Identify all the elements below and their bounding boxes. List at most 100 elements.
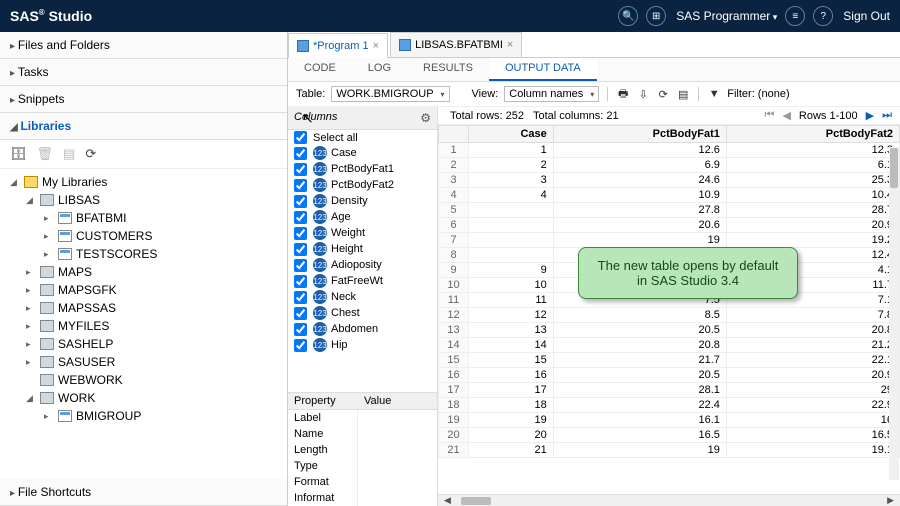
table-row[interactable]: 995.14.1 xyxy=(439,263,900,278)
column-row[interactable]: 123Chest xyxy=(288,305,437,321)
export-icon[interactable]: ⇩ xyxy=(636,87,650,101)
new-library-icon[interactable]: 🗄 xyxy=(10,146,27,162)
table-row[interactable]: 191916.116 xyxy=(439,413,900,428)
delete-icon[interactable]: 🗑 xyxy=(37,146,54,162)
table-row[interactable]: 131320.520.8 xyxy=(439,323,900,338)
column-checkbox[interactable] xyxy=(294,307,307,320)
tab-code[interactable]: CODE xyxy=(288,58,352,81)
select-all-row[interactable]: Select all xyxy=(288,130,437,145)
tab-program1[interactable]: *Program 1 × xyxy=(288,33,388,58)
column-row[interactable]: 123Height xyxy=(288,241,437,257)
page-first-icon[interactable]: ⏮ xyxy=(765,109,775,122)
select-all-checkbox[interactable] xyxy=(294,131,307,144)
tab-output-data[interactable]: OUTPUT DATA xyxy=(489,58,597,81)
panel-snippets[interactable]: Snippets xyxy=(0,86,287,113)
column-checkbox[interactable] xyxy=(294,211,307,224)
table-row[interactable]: 12128.57.8 xyxy=(439,308,900,323)
table-row[interactable]: 226.96.1 xyxy=(439,158,900,173)
table-row[interactable]: 21211919.1 xyxy=(439,443,900,458)
scroll-left-icon[interactable]: ◀ xyxy=(444,495,451,506)
lib-work[interactable]: ◢WORK xyxy=(0,389,287,407)
search-icon[interactable]: 🔍 xyxy=(618,6,638,26)
column-row[interactable]: 123PctBodyFat2 xyxy=(288,177,437,193)
column-header[interactable]: Case xyxy=(469,126,554,143)
panel-libraries[interactable]: Libraries xyxy=(0,113,287,140)
lib-sasuser[interactable]: ▸SASUSER xyxy=(0,353,287,371)
page-prev-icon[interactable]: ◀ xyxy=(782,109,790,122)
column-row[interactable]: 123Abdomen xyxy=(288,321,437,337)
filter-icon[interactable]: ▼ xyxy=(707,87,721,101)
panel-files[interactable]: Files and Folders xyxy=(0,32,287,59)
column-row[interactable]: 123Hip xyxy=(288,337,437,353)
lib-mapssas[interactable]: ▸MAPSSAS xyxy=(0,299,287,317)
horizontal-scrollbar[interactable]: ◀ ▶ xyxy=(438,494,900,506)
table-row[interactable]: 171728.129 xyxy=(439,383,900,398)
table-row[interactable]: 1112.612.3 xyxy=(439,143,900,158)
column-checkbox[interactable] xyxy=(294,323,307,336)
apps-icon[interactable]: ⊞ xyxy=(646,6,666,26)
close-icon[interactable]: × xyxy=(373,40,379,52)
column-checkbox[interactable] xyxy=(294,291,307,304)
column-row[interactable]: 123Neck xyxy=(288,289,437,305)
refresh-icon[interactable]: ⟳ xyxy=(85,146,96,162)
table-row[interactable]: 11117.57.1 xyxy=(439,293,900,308)
table-row[interactable]: 812.812.4 xyxy=(439,248,900,263)
column-checkbox[interactable] xyxy=(294,339,307,352)
column-checkbox[interactable] xyxy=(294,227,307,240)
table-row[interactable]: 3324.625.3 xyxy=(439,173,900,188)
table-row[interactable]: 71919.2 xyxy=(439,233,900,248)
table-row[interactable]: 141420.821.2 xyxy=(439,338,900,353)
vertical-scrollbar[interactable] xyxy=(889,147,899,480)
column-row[interactable]: 123Weight xyxy=(288,225,437,241)
tbl-bfatbmi[interactable]: ▸BFATBMI xyxy=(0,209,287,227)
close-icon[interactable]: × xyxy=(507,39,513,51)
column-checkbox[interactable] xyxy=(294,179,307,192)
table-row[interactable]: 10101211.7 xyxy=(439,278,900,293)
data-grid[interactable]: CasePctBodyFat1PctBodyFat2 1112.612.3226… xyxy=(438,125,900,494)
lib-sashelp[interactable]: ▸SASHELP xyxy=(0,335,287,353)
table-selector[interactable]: WORK.BMIGROUP xyxy=(331,86,449,102)
lib-webwork[interactable]: WEBWORK xyxy=(0,371,287,389)
filter-label[interactable]: Filter: (none) xyxy=(727,88,789,100)
tab-results[interactable]: RESULTS xyxy=(407,58,489,81)
table-row[interactable]: 202016.516.5 xyxy=(439,428,900,443)
tab-log[interactable]: LOG xyxy=(352,58,407,81)
lib-myfiles[interactable]: ▸MYFILES xyxy=(0,317,287,335)
table-row[interactable]: 161620.520.9 xyxy=(439,368,900,383)
tbl-bmigroup[interactable]: ▸BMIGROUP xyxy=(0,407,287,425)
print-icon[interactable]: 🖶 xyxy=(616,87,630,101)
column-checkbox[interactable] xyxy=(294,147,307,160)
page-next-icon[interactable]: ▶ xyxy=(866,109,874,122)
column-checkbox[interactable] xyxy=(294,163,307,176)
column-checkbox[interactable] xyxy=(294,275,307,288)
column-row[interactable]: 123Adioposity xyxy=(288,257,437,273)
table-row[interactable]: 620.620.9 xyxy=(439,218,900,233)
code-icon[interactable]: ▤ xyxy=(676,87,690,101)
column-header[interactable]: PctBodyFat1 xyxy=(553,126,726,143)
column-row[interactable]: 123Density xyxy=(288,193,437,209)
help-icon[interactable]: ? xyxy=(813,6,833,26)
more-icon[interactable]: ≡ xyxy=(785,6,805,26)
role-menu[interactable]: SAS Programmer xyxy=(676,9,777,23)
tab-bfatbmi[interactable]: LIBSAS.BFATBMI × xyxy=(390,32,522,57)
lib-maps[interactable]: ▸MAPS xyxy=(0,263,287,281)
columns-settings-icon[interactable]: ⚙ xyxy=(420,111,431,125)
table-row[interactable]: 151521.722.1 xyxy=(439,353,900,368)
tree-root[interactable]: ◢My Libraries xyxy=(0,173,287,191)
column-header[interactable]: PctBodyFat2 xyxy=(726,126,899,143)
view-selector[interactable]: Column names xyxy=(504,86,599,102)
signout-link[interactable]: Sign Out xyxy=(843,9,890,23)
column-checkbox[interactable] xyxy=(294,195,307,208)
table-row[interactable]: 4410.910.4 xyxy=(439,188,900,203)
panel-shortcuts[interactable]: File Shortcuts xyxy=(0,479,287,506)
tbl-testscores[interactable]: ▸TESTSCORES xyxy=(0,245,287,263)
properties-icon[interactable]: ▤ xyxy=(63,146,75,162)
table-row[interactable]: 181822.422.9 xyxy=(439,398,900,413)
table-row[interactable]: 527.828.7 xyxy=(439,203,900,218)
page-last-icon[interactable]: ⏭ xyxy=(882,109,892,122)
column-row[interactable]: 123Age xyxy=(288,209,437,225)
column-row[interactable]: 123Case xyxy=(288,145,437,161)
panel-tasks[interactable]: Tasks xyxy=(0,59,287,86)
tbl-customers[interactable]: ▸CUSTOMERS xyxy=(0,227,287,245)
scroll-right-icon[interactable]: ▶ xyxy=(887,495,894,506)
